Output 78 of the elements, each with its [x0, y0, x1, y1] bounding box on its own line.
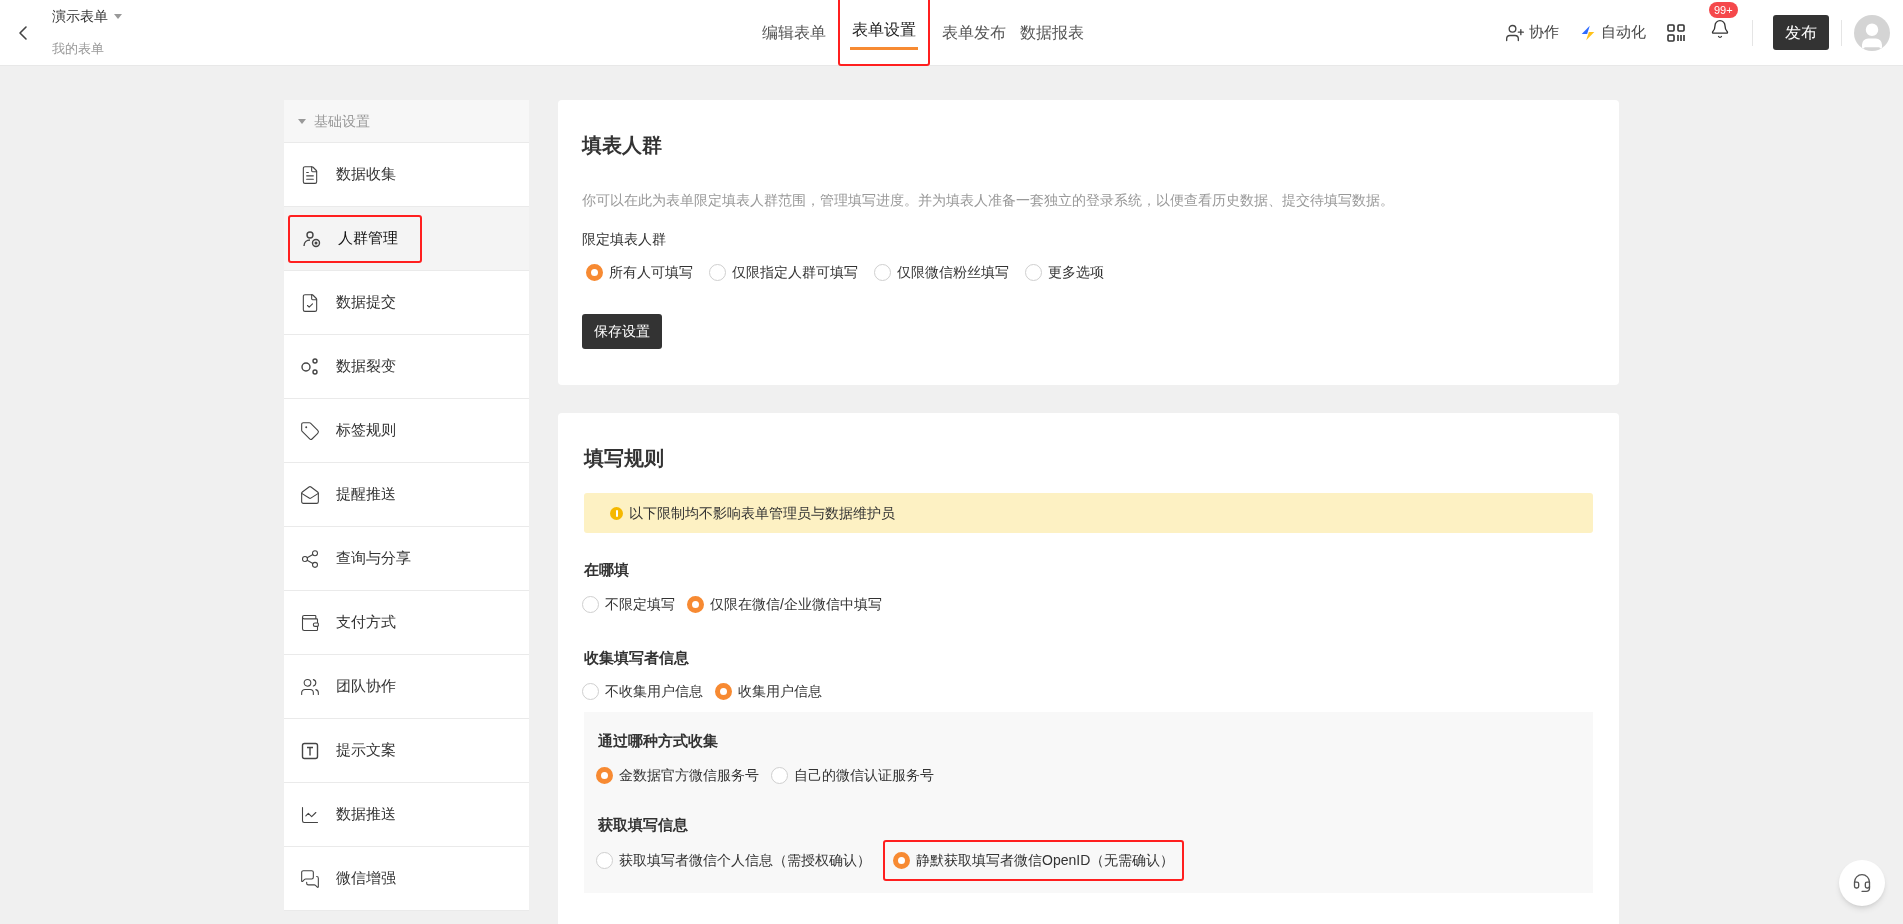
radio-option[interactable]: 静默获取填写者微信OpenID（无需确认）: [893, 850, 1175, 871]
radio-button[interactable]: [715, 683, 732, 700]
description-text: 你可以在此为表单限定填表人群范围，管理填写进度。并为填表人准备一套独立的登录系统，以便查看历史数据、提交待填写数据。: [582, 191, 1395, 210]
radio-option[interactable]: 不收集用户信息: [582, 681, 703, 702]
radio-option[interactable]: 仅限指定人群可填写: [709, 262, 858, 283]
section-label: 获取填写信息: [598, 814, 689, 835]
chat-bubbles-icon: [300, 868, 320, 889]
radio-option[interactable]: 不限定填写: [582, 593, 675, 615]
radio-button[interactable]: [1025, 264, 1042, 281]
caret-icon: [114, 14, 122, 20]
avatar-button[interactable]: [1854, 14, 1890, 51]
nav-tab[interactable]: 编辑表单: [760, 13, 828, 53]
radio-button[interactable]: [582, 683, 599, 700]
headset-icon: [1852, 873, 1872, 893]
sidebar-item[interactable]: 查询与分享: [288, 547, 411, 570]
sidebar-item[interactable]: 数据收集: [288, 163, 396, 186]
document-check-icon: [300, 292, 320, 313]
sidebar-item[interactable]: 数据推送: [288, 803, 396, 826]
radio-option[interactable]: 所有人可填写: [586, 262, 693, 283]
radio-option[interactable]: 获取填写者微信个人信息（需授权确认）: [596, 850, 871, 871]
people-icon: [302, 228, 322, 249]
radio-button[interactable]: [709, 264, 726, 281]
save-settings-button[interactable]: 保存设置: [582, 314, 662, 349]
radio-button[interactable]: [596, 852, 613, 869]
publish-button[interactable]: 发布: [1773, 15, 1829, 50]
bell-icon: [1710, 19, 1730, 39]
nodes-icon: [300, 356, 320, 377]
card-title: 填写规则: [584, 446, 665, 471]
nav-tab[interactable]: 表单发布: [940, 13, 1008, 53]
sidebar-item[interactable]: 支付方式: [288, 611, 396, 634]
grid-icon: [1666, 22, 1686, 43]
section-label: 在哪填: [584, 560, 630, 580]
field-label: 限定填表人群: [582, 230, 667, 249]
radio-button[interactable]: [586, 264, 603, 281]
warning-icon: [610, 506, 623, 520]
nav-tab[interactable]: 数据报表: [1018, 13, 1086, 53]
card-title: 填表人群: [582, 133, 663, 158]
sidebar-item[interactable]: 提示文案: [288, 739, 396, 762]
users-icon: [300, 676, 320, 697]
notification-badge: 99+: [1709, 2, 1738, 18]
radio-option[interactable]: 收集用户信息: [715, 681, 822, 702]
collaborate-button[interactable]: 协作: [1505, 21, 1559, 44]
share-icon: [300, 548, 320, 569]
wallet-icon: [300, 612, 320, 633]
lightning-icon: [1579, 23, 1597, 42]
radio-option[interactable]: 仅限在微信/企业微信中填写: [687, 593, 882, 615]
sidebar-item[interactable]: 团队协作: [288, 675, 396, 698]
form-title-dropdown[interactable]: 演示表单: [52, 6, 122, 28]
sidebar-item[interactable]: 微信增强: [288, 867, 396, 890]
notice-text: 以下限制均不影响表单管理员与数据维护员: [629, 503, 895, 523]
sidebar-item[interactable]: 数据裂变: [288, 355, 396, 378]
radio-option[interactable]: 更多选项: [1025, 262, 1104, 283]
breadcrumb-text: 我的表单: [52, 40, 105, 59]
radio-button[interactable]: [874, 264, 891, 281]
sidebar-item[interactable]: 数据提交: [288, 291, 396, 314]
automation-button[interactable]: 自动化: [1579, 21, 1646, 44]
radio-option[interactable]: 自己的微信认证服务号: [771, 764, 934, 786]
section-label: 通过哪种方式收集: [598, 731, 719, 751]
sidebar-item[interactable]: 提醒推送: [288, 483, 396, 506]
add-user-icon: [1505, 22, 1525, 43]
radio-button[interactable]: [771, 766, 788, 784]
radio-option[interactable]: 金数据官方微信服务号: [596, 764, 759, 786]
line-chart-icon: [300, 804, 320, 825]
support-button[interactable]: [1839, 860, 1885, 906]
radio-button[interactable]: [582, 595, 599, 613]
text-icon: [300, 740, 320, 761]
qr-grid-button[interactable]: [1666, 21, 1688, 44]
section-label: 收集填写者信息: [584, 647, 690, 668]
radio-option[interactable]: 仅限微信粉丝填写: [874, 262, 1009, 283]
radio-button[interactable]: [893, 852, 910, 869]
tag-icon: [300, 420, 320, 441]
mail-icon: [300, 484, 320, 505]
sidebar-item[interactable]: 人群管理: [290, 227, 398, 250]
document-icon: [300, 164, 320, 185]
radio-button[interactable]: [596, 766, 613, 784]
nav-tab[interactable]: 表单设置: [850, 10, 918, 50]
radio-button[interactable]: [687, 595, 704, 613]
sidebar-item[interactable]: 标签规则: [288, 419, 396, 442]
